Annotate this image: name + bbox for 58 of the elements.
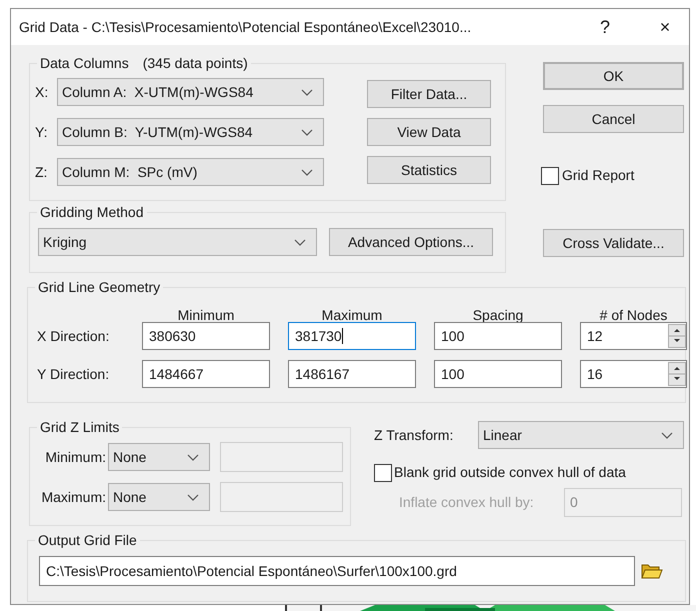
text-cursor [342,328,343,344]
limit-dropdown[interactable]: None [108,483,210,511]
chevron-down-icon [301,88,313,96]
column-header: Maximum [320,308,384,322]
column-dropdown[interactable]: Column B: Y-UTM(m)-WGS84 [57,118,324,146]
input-field[interactable]: 381730 [288,322,416,350]
checkbox[interactable] [374,464,392,482]
folder-icon[interactable] [641,562,663,580]
help-button[interactable]: ? [585,14,625,40]
data-count: (345 data points) [142,54,248,72]
input-field[interactable]: C:\Tesis\Procesamiento\Potencial Espontáneo\Surfer\100x100.grd [39,556,635,586]
button[interactable]: OK [543,62,684,90]
chevron-down-icon [301,128,313,136]
column-header: Spacing [472,308,524,322]
column-header: # of Nodes [598,308,668,322]
checkbox[interactable] [541,166,559,184]
input-field[interactable] [220,482,343,512]
checkbox-label: Blank grid outside convex hull of data [394,463,626,482]
input-field[interactable]: 380630 [142,322,270,350]
limit-dropdown[interactable]: None [108,443,210,471]
column-header: Minimum [176,308,236,322]
window-title: Grid Data - C:\Tesis\Procesamiento\Potencial Espontáneo\Excel\23010... [19,18,472,37]
group-title: Data Columns [40,54,129,72]
button[interactable]: Statistics [367,156,491,184]
field-label: Inflate convex hull by: [399,493,535,512]
axis-label: Y: [35,122,48,142]
axis-label: X: [35,82,50,102]
input-field[interactable]: 100 [434,322,562,350]
axis-label: Z: [35,162,48,182]
button[interactable]: Cancel [543,105,684,133]
button[interactable]: Filter Data... [367,80,491,108]
chevron-down-icon [301,168,313,176]
button[interactable]: Advanced Options... [329,228,493,256]
chevron-down-icon [294,238,306,246]
button[interactable]: View Data [367,118,491,146]
column-dropdown[interactable]: Column A: X-UTM(m)-WGS84 [57,78,324,106]
close-button[interactable]: × [645,14,685,40]
input-field[interactable] [220,442,343,472]
input-field[interactable]: 1484667 [142,360,270,388]
spinner-arrows-icon[interactable] [668,362,686,386]
chevron-down-icon [187,454,199,460]
chevron-down-icon [661,432,673,438]
limit-label: Maximum: [40,488,107,506]
method-dropdown[interactable]: Kriging [38,228,317,256]
field-label: Z Transform: [374,426,454,444]
transform-dropdown[interactable]: Linear [478,421,684,449]
input-field[interactable]: 1486167 [288,360,416,388]
row-label: Y Direction: [37,364,110,384]
spinner-arrows-icon[interactable] [668,324,686,348]
column-dropdown[interactable]: Column M: SPc (mV) [57,158,324,186]
button[interactable]: Cross Validate... [543,229,684,257]
spin-field[interactable]: 16 [580,360,687,388]
limit-label: Minimum: [44,448,107,466]
chevron-down-icon [187,494,199,500]
spin-field[interactable]: 12 [580,322,687,350]
row-label: X Direction: [37,326,110,346]
input-field[interactable]: 100 [434,360,562,388]
checkbox-label: Grid Report [562,166,634,185]
